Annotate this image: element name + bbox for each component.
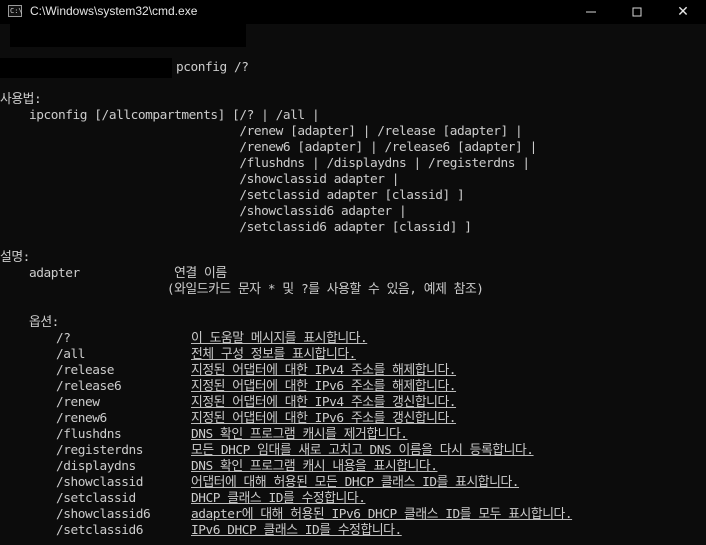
- title-bar[interactable]: C:\ C:\Windows\system32\cmd.exe ✕: [0, 0, 706, 24]
- options-heading: 옵션:: [0, 315, 59, 331]
- option-description: DNS 확인 프로그램 캐시를 제거합니다.: [191, 427, 408, 442]
- description-line-text: adapter 연결 이름: [0, 266, 227, 281]
- option-flag: /displaydns: [56, 459, 136, 474]
- usage-line-text: /showclassid adapter |: [0, 172, 399, 187]
- close-icon: ✕: [677, 4, 689, 20]
- cmd-app-icon[interactable]: C:\: [8, 5, 23, 17]
- usage-line: ipconfig [/allcompartments] [/? | /all |: [0, 108, 320, 124]
- option-description: 모든 DHCP 임대를 새로 고치고 DNS 이름을 다시 등록합니다.: [191, 443, 534, 458]
- usage-heading-text: 사용법:: [0, 92, 42, 107]
- option-flag: /release: [56, 363, 115, 378]
- usage-line-text: /renew [adapter] | /release [adapter] |: [0, 124, 523, 139]
- option-flag: /?: [56, 331, 71, 346]
- option-description: DNS 확인 프로그램 캐시 내용을 표시합니다.: [191, 459, 438, 474]
- usage-line-text: /setclassid6 adapter [classid] ]: [0, 220, 472, 235]
- usage-line: /setclassid6 adapter [classid] ]: [0, 220, 472, 236]
- usage-line-text: /setclassid adapter [classid] ]: [0, 188, 465, 203]
- usage-line: /setclassid adapter [classid] ]: [0, 188, 464, 204]
- minimize-icon: [586, 11, 596, 13]
- close-button[interactable]: ✕: [660, 0, 706, 24]
- option-flag: /release6: [56, 379, 122, 394]
- usage-line: /renew [adapter] | /release [adapter] |: [0, 124, 522, 140]
- option-flag: /all: [56, 347, 86, 362]
- usage-line: /flushdns | /displaydns | /registerdns |: [0, 156, 530, 172]
- option-description: 어댑터에 대해 허용된 모든 DHCP 클래스 ID를 표시합니다.: [191, 475, 520, 490]
- option-description: 지정된 어댑터에 대한 IPv4 주소를 갱신합니다.: [191, 395, 457, 410]
- option-description: 이 도움말 메시지를 표시합니다.: [191, 331, 368, 346]
- usage-heading: 사용법:: [0, 92, 42, 108]
- usage-line: /showclassid6 adapter |: [0, 204, 406, 220]
- usage-line-text: /showclassid6 adapter |: [0, 204, 407, 219]
- usage-line: /renew6 [adapter] | /release6 [adapter] …: [0, 140, 537, 156]
- option-description: 지정된 어댑터에 대한 IPv4 주소를 해제합니다.: [191, 363, 457, 378]
- maximize-icon: [632, 7, 642, 17]
- usage-line-text: /renew6 [adapter] | /release6 [adapter] …: [0, 140, 537, 155]
- usage-line: /showclassid adapter |: [0, 172, 399, 188]
- option-flag: /renew: [56, 395, 100, 410]
- window-title: C:\Windows\system32\cmd.exe: [30, 4, 198, 18]
- option-flag: /renew6: [56, 411, 107, 426]
- minimize-button[interactable]: [568, 0, 614, 24]
- option-description: DHCP 클래스 ID를 수정합니다.: [191, 491, 366, 506]
- maximize-button[interactable]: [614, 0, 660, 24]
- option-flag: /showclassid6: [56, 507, 151, 522]
- option-flag: /flushdns: [56, 427, 122, 442]
- option-flag: /showclassid: [56, 475, 144, 490]
- option-description: IPv6 DHCP 클래스 ID를 수정합니다.: [191, 523, 402, 538]
- redacted-prompt-path: [0, 58, 172, 78]
- option-description: 지정된 어댑터에 대한 IPv6 주소를 갱신합니다.: [191, 411, 457, 426]
- redacted-block: [10, 24, 246, 47]
- description-line-text: (와일드카드 문자 * 및 ?를 사용할 수 있음, 예제 참조): [0, 282, 484, 297]
- options-heading-text: 옵션:: [0, 315, 59, 330]
- description-heading: 설명:: [0, 250, 30, 266]
- option-description: 지정된 어댑터에 대한 IPv6 주소를 해제합니다.: [191, 379, 457, 394]
- option-flag: /setclassid6: [56, 523, 144, 538]
- description-line: (와일드카드 문자 * 및 ?를 사용할 수 있음, 예제 참조): [0, 282, 484, 298]
- description-line: adapter 연결 이름: [0, 266, 227, 282]
- option-flag: /registerdns: [56, 443, 144, 458]
- option-description: adapter에 대해 허용된 IPv6 DHCP 클래스 ID를 모두 표시합…: [191, 507, 573, 522]
- usage-line-text: ipconfig [/allcompartments] [/? | /all |: [0, 108, 320, 123]
- usage-line-text: /flushdns | /displaydns | /registerdns |: [0, 156, 530, 171]
- option-flag: /setclassid: [56, 491, 136, 506]
- description-heading-text: 설명:: [0, 250, 30, 265]
- option-description: 전체 구성 정보를 표시합니다.: [191, 347, 356, 362]
- console-output[interactable]: pconfig /? 사용법: ipconfig [/allcompartmen…: [0, 24, 706, 545]
- console-window: C:\ C:\Windows\system32\cmd.exe ✕ pconfi…: [0, 0, 706, 545]
- command-text: pconfig /?: [176, 60, 249, 75]
